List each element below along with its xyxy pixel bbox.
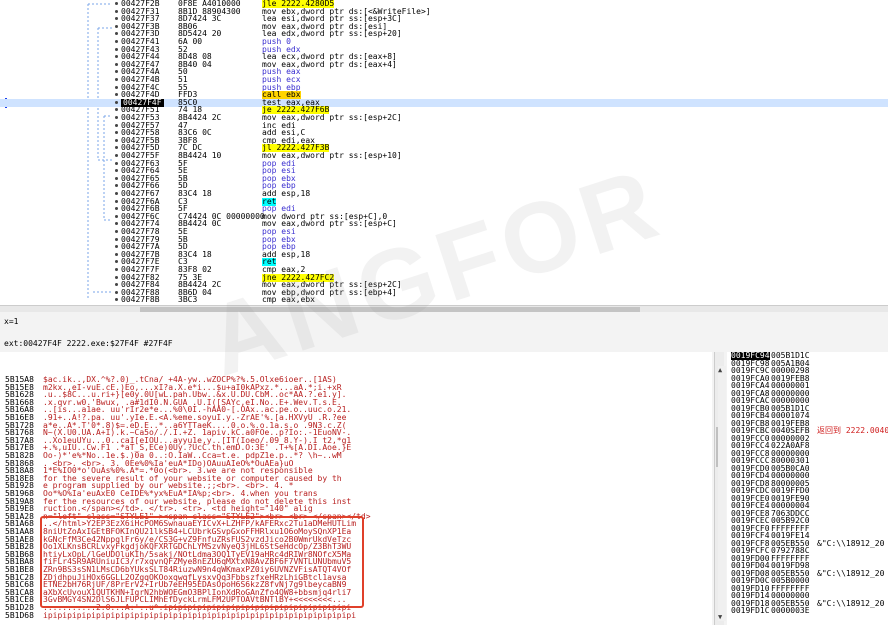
breakpoint-dot[interactable] [115, 93, 118, 97]
breakpoint-dot[interactable] [115, 214, 118, 218]
breakpoint-dot[interactable] [115, 24, 118, 28]
breakpoint-dot[interactable] [115, 176, 118, 180]
breakpoint-dot[interactable] [115, 283, 118, 287]
breakpoint-dot[interactable] [115, 47, 118, 51]
breakpoint-dot[interactable] [115, 154, 118, 157]
breakpoint-dot[interactable] [115, 184, 118, 188]
breakpoint-dot[interactable] [115, 40, 118, 43]
breakpoint-dot[interactable] [115, 9, 118, 13]
breakpoint-dot[interactable] [115, 85, 118, 89]
breakpoint-dot[interactable] [115, 222, 118, 226]
instruction-address: 00427F8B [121, 295, 160, 305]
breakpoint-dot[interactable] [115, 298, 118, 302]
stack-row[interactable]: 0019FD1C 0000003E [727, 607, 888, 615]
breakpoint-dot[interactable] [115, 192, 118, 195]
breakpoint-dot[interactable] [115, 100, 118, 104]
breakpoint-dot[interactable] [115, 2, 118, 5]
instruction-text: cmp eax,ebx [262, 295, 315, 305]
breakpoint-dot[interactable] [115, 55, 118, 59]
breakpoint-dot[interactable] [115, 290, 118, 294]
breakpoint-dot[interactable] [115, 275, 118, 279]
breakpoint-dot[interactable] [115, 17, 118, 21]
disassembly-horizontal-scrollbar[interactable] [0, 305, 888, 312]
scroll-up-icon[interactable]: ▲ [718, 366, 722, 374]
instruction-bytes: 3BC3 [178, 295, 198, 305]
breakpoint-dot[interactable] [115, 138, 118, 142]
breakpoint-dot[interactable] [115, 108, 118, 112]
breakpoint-dot[interactable] [115, 207, 118, 211]
breakpoint-dot[interactable] [115, 32, 118, 36]
scroll-down-icon[interactable]: ▼ [718, 613, 722, 621]
breakpoint-dot[interactable] [115, 199, 118, 203]
dump-ascii: ipipipipipipipipipipipipipipipipipipipip… [43, 610, 357, 620]
breakpoint-dot[interactable] [115, 161, 118, 165]
breakpoint-dot[interactable] [115, 237, 118, 241]
dump-address: 5B1D68 [5, 610, 34, 620]
breakpoint-dot[interactable] [115, 230, 118, 233]
instruction-row[interactable]: 00427F8B 3BC3 cmp eax,ebx [0, 296, 888, 304]
breakpoint-dot[interactable] [115, 268, 118, 271]
breakpoint-dot[interactable] [115, 260, 118, 264]
stack-address: 0019FD1C [731, 606, 770, 615]
breakpoint-dot[interactable] [115, 70, 118, 74]
breakpoint-dot[interactable] [115, 131, 118, 135]
stack-pane[interactable]: 0019FC94 005B1D1C 0019FC98 005A1B04 0019FC9C… [727, 352, 888, 625]
breakpoint-dot[interactable] [115, 62, 118, 66]
breakpoint-dot[interactable] [115, 252, 118, 256]
breakpoint-dot[interactable] [115, 245, 118, 249]
scrollbar-thumb[interactable] [140, 307, 640, 312]
highlight-box [40, 516, 364, 608]
breakpoint-dot[interactable] [115, 78, 118, 81]
breakpoint-dot[interactable] [115, 169, 118, 173]
stack-vertical-scrollbar[interactable]: ▲ ▼ [718, 366, 726, 621]
info-line: x=1 [4, 317, 19, 326]
breakpoint-dot[interactable] [115, 123, 118, 127]
disassembly-pane[interactable]: ▶ 00427F2B0F8E A4010000jle 2222.4280D500… [0, 0, 888, 312]
breakpoint-dot[interactable] [115, 116, 118, 119]
stack-value: 0000003E [771, 606, 810, 615]
address-info-line: ext:00427F4F 2222.exe:$27F4F #27F4F [4, 339, 173, 348]
memory-dump-pane[interactable]: 5B15A8 $ac.ik..,DX.^%?.0)_.tCna/ +4A-yw..… [0, 352, 712, 625]
breakpoint-dot[interactable] [115, 146, 118, 150]
